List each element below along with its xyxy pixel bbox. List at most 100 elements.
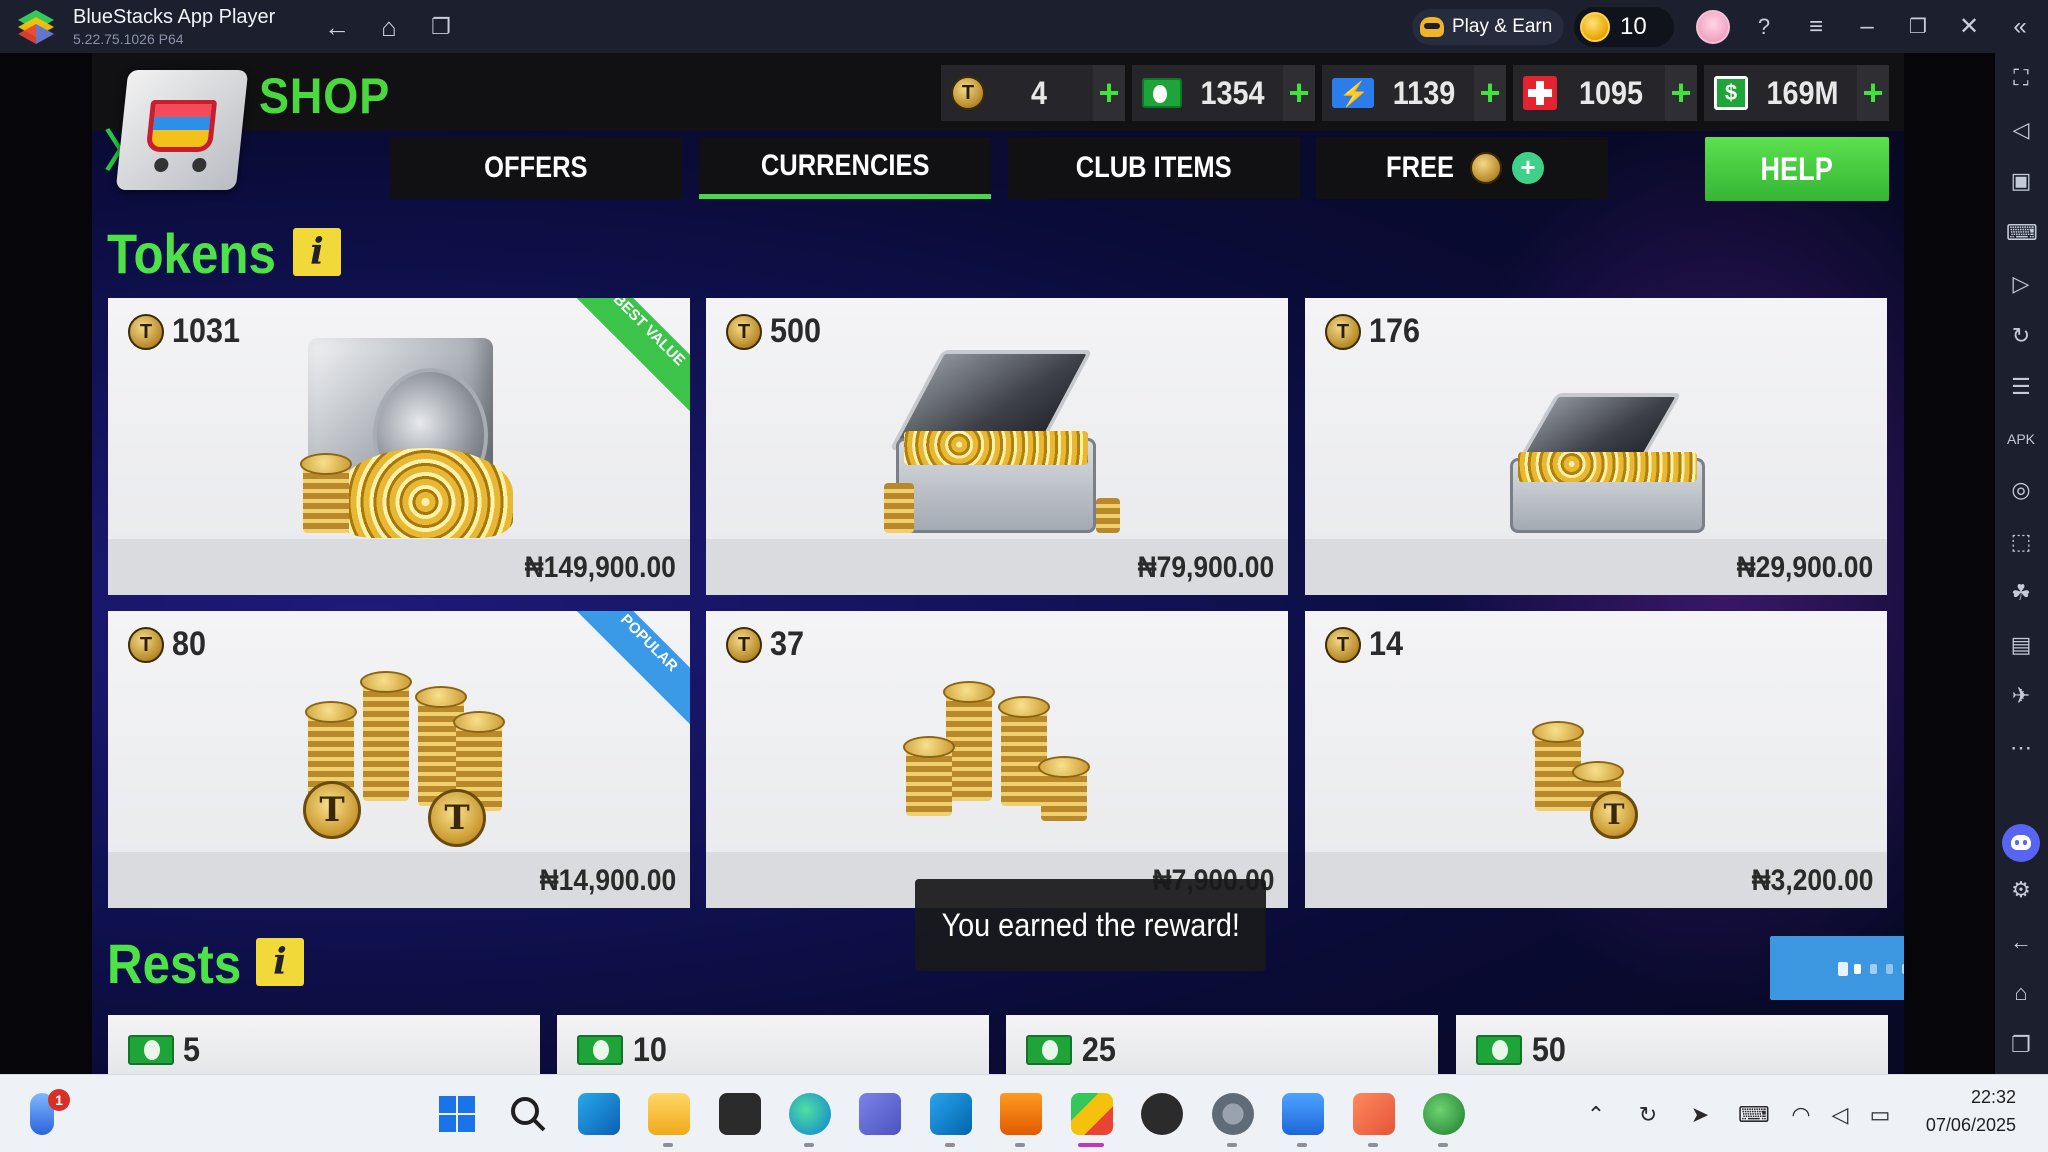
money-icon: $	[1714, 76, 1748, 110]
avatar[interactable]	[1696, 10, 1730, 44]
discord-icon[interactable]	[2002, 824, 2040, 862]
recent-apps-icon[interactable]: ❐	[426, 12, 456, 42]
token-pack-card[interactable]: BEST VALUE T 1031 ₦149,900.00	[108, 298, 690, 595]
edge-icon[interactable]	[789, 1093, 831, 1135]
eco-mode-icon[interactable]: ☘	[2006, 578, 2036, 608]
airplane-mode-icon[interactable]: ✈	[2006, 681, 2036, 711]
clock-date[interactable]: 07/06/2025	[1926, 1115, 2016, 1136]
token-pack-card[interactable]: T 500 ₦79,900.00	[706, 298, 1288, 595]
add-energy-button[interactable]: +	[1474, 65, 1506, 121]
title-bar: BlueStacks App Player 5.22.75.1026 P64 ←…	[0, 0, 2048, 53]
vlc-icon[interactable]	[1000, 1093, 1042, 1135]
rest-pack-card[interactable]: 5	[108, 1015, 540, 1074]
shop-screen: 〉 SHOP T 4 + 1354 + 1139 + 1095 +	[92, 53, 1904, 1074]
bluestacks-logo-icon	[18, 10, 54, 44]
loading-button[interactable]	[1770, 936, 1904, 1000]
help-button[interactable]: HELP	[1705, 137, 1889, 201]
teams-icon[interactable]	[859, 1093, 901, 1135]
minimize-icon[interactable]: –	[1850, 10, 1884, 44]
add-medkit-button[interactable]: +	[1665, 65, 1697, 121]
keyboard-icon[interactable]: ⌨	[1738, 1101, 1770, 1129]
back-icon[interactable]: ←	[2006, 927, 2036, 957]
token-pack-card[interactable]: T 176 ₦29,900.00	[1305, 298, 1887, 595]
cash-icon	[1026, 1035, 1072, 1065]
terminal-icon[interactable]	[719, 1093, 761, 1135]
install-apk-icon[interactable]: APK	[2006, 424, 2036, 454]
multi-instance-icon[interactable]: ☰	[2006, 372, 2036, 402]
play-earn-button[interactable]: Play & Earn	[1412, 9, 1565, 45]
coin-icon	[1580, 12, 1610, 42]
more-icon[interactable]: ⋯	[2006, 733, 2036, 763]
screenshot-icon[interactable]: ◎	[2006, 475, 2036, 505]
rest-pack-card[interactable]: 50	[1456, 1015, 1888, 1074]
wifi-icon[interactable]: ◠	[1787, 1101, 1815, 1129]
tab-currencies[interactable]: CURRENCIES	[699, 137, 991, 199]
add-tokens-button[interactable]: +	[1093, 65, 1125, 121]
token-pack-card[interactable]: T T 14 ₦3,200.00	[1305, 611, 1887, 908]
restore-icon[interactable]: ❐	[1901, 10, 1935, 44]
search-icon[interactable]	[507, 1093, 549, 1135]
token-pack-card[interactable]: T37 ₦7,900.00	[706, 611, 1288, 908]
back-icon[interactable]: ←	[322, 12, 352, 42]
rests-title: Rests	[107, 932, 242, 995]
cash-icon	[577, 1035, 623, 1065]
add-cash-button[interactable]: +	[1283, 65, 1315, 121]
token-icon: T	[726, 313, 762, 350]
fullscreen-icon[interactable]: ⛶	[2006, 63, 2036, 93]
tokens-info-button[interactable]: i	[293, 228, 341, 276]
start-icon[interactable]	[436, 1093, 478, 1135]
close-icon[interactable]: ✕	[1952, 10, 1986, 44]
vscode-icon[interactable]	[930, 1093, 972, 1135]
media-folder-icon[interactable]: ▤	[2006, 630, 2036, 660]
bluestacks-coins[interactable]: 10	[1574, 7, 1674, 47]
snipping-icon[interactable]	[1353, 1093, 1395, 1135]
macro-icon[interactable]: ▷	[2006, 269, 2036, 299]
file-explorer-icon[interactable]	[648, 1093, 690, 1135]
outlook-icon[interactable]	[578, 1093, 620, 1135]
record-icon[interactable]: ⬚	[2006, 527, 2036, 557]
token-price: ₦79,900.00	[1137, 551, 1274, 584]
recents-icon[interactable]: ❐	[2006, 1030, 2036, 1060]
volume-icon[interactable]: ◁	[1826, 1101, 1854, 1129]
keyboard-controls-icon[interactable]: ⌨	[2006, 218, 2038, 248]
bluestacks-icon[interactable]	[1071, 1093, 1113, 1135]
collapse-sidebar-icon[interactable]: «	[2003, 10, 2037, 44]
token-icon: T	[1325, 313, 1361, 350]
home-icon[interactable]: ⌂	[2006, 978, 2036, 1008]
sync-icon[interactable]: ↻	[1634, 1101, 1662, 1129]
settings-icon[interactable]	[1212, 1093, 1254, 1135]
tab-club-items[interactable]: CLUB ITEMS	[1008, 137, 1300, 199]
media-player-icon[interactable]	[1141, 1093, 1183, 1135]
chevron-up-icon[interactable]: ⌃	[1582, 1101, 1610, 1129]
home-icon[interactable]: ⌂	[374, 12, 404, 42]
location-icon[interactable]: ➤	[1686, 1101, 1714, 1129]
rests-info-button[interactable]: i	[256, 938, 304, 986]
cash-icon	[1476, 1035, 1522, 1065]
shop-title: SHOP	[259, 68, 391, 124]
token-price: ₦3,200.00	[1751, 864, 1873, 897]
volume-icon[interactable]: ◁	[2006, 115, 2036, 145]
tab-free[interactable]: FREE +	[1316, 137, 1608, 199]
add-money-button[interactable]: +	[1857, 65, 1889, 121]
rest-pack-card[interactable]: 10	[557, 1015, 989, 1074]
globe-icon[interactable]	[1423, 1093, 1465, 1135]
help-icon[interactable]: ?	[1747, 10, 1781, 44]
rest-pack-card[interactable]: 25	[1006, 1015, 1438, 1074]
media-icon[interactable]: ▣	[2006, 166, 2036, 196]
currency-tokens: T 4 +	[941, 65, 1125, 121]
currency-value: 1139	[1392, 74, 1456, 111]
rotate-icon[interactable]: ↻	[2006, 321, 2036, 351]
token-pack-card[interactable]: T T POPULAR T 80 ₦14,900.00	[108, 611, 690, 908]
token-amount: T 176	[1325, 312, 1426, 351]
gamepad-icon	[1420, 17, 1444, 37]
notepad-icon[interactable]	[1282, 1093, 1324, 1135]
currency-energy: 1139 +	[1322, 65, 1506, 121]
battery-icon[interactable]: ▭	[1866, 1101, 1894, 1129]
menu-icon[interactable]: ≡	[1799, 10, 1833, 44]
clock-time[interactable]: 22:32	[1971, 1087, 2016, 1108]
settings-icon[interactable]: ⚙	[2006, 875, 2036, 905]
cash-icon	[1142, 78, 1182, 108]
tab-offers[interactable]: OFFERS	[390, 137, 682, 199]
app-title: BlueStacks App Player	[73, 6, 276, 28]
game-viewport: 〉 SHOP T 4 + 1354 + 1139 + 1095 +	[0, 53, 1995, 1074]
